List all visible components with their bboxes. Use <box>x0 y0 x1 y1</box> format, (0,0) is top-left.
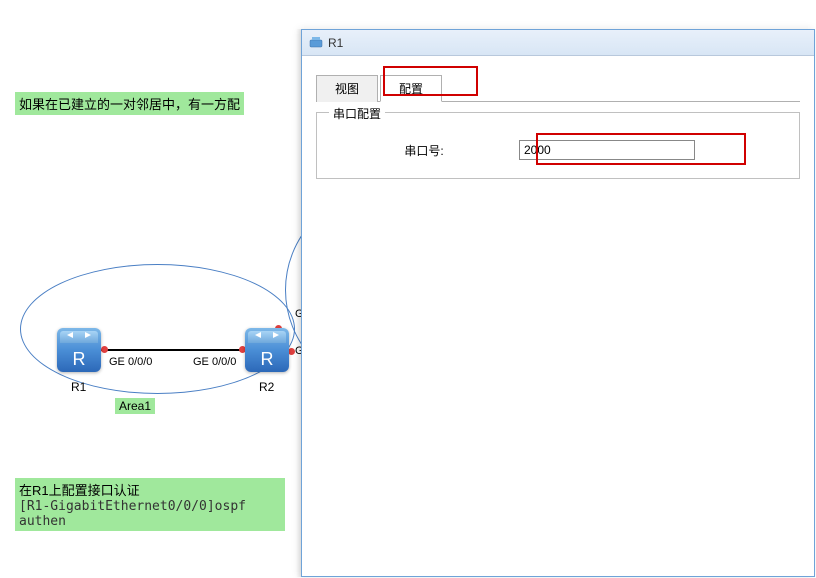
note-text-3: [R1-GigabitEthernet0/0/0]ospf authen <box>15 497 285 531</box>
area-label: Area1 <box>115 398 155 414</box>
port-dot <box>101 346 108 353</box>
router-icon <box>245 328 289 372</box>
port-label: GE 0/0/0 <box>109 356 152 368</box>
router-label-r1: R1 <box>71 380 86 394</box>
serial-port-label: 串口号: <box>329 142 519 159</box>
router-r2[interactable] <box>245 328 289 372</box>
port-dot <box>288 348 295 355</box>
titlebar[interactable]: R1 <box>302 30 814 56</box>
content-area: 视图 配置 串口配置 串口号: <box>302 56 814 197</box>
note-text-1: 如果在已建立的一对邻居中，有一方配 <box>15 92 244 115</box>
highlight-box-input <box>536 133 746 165</box>
tab-view[interactable]: 视图 <box>316 75 378 102</box>
router-label-r2: R2 <box>259 380 274 394</box>
config-window: R1 视图 配置 串口配置 串口号: <box>301 29 815 577</box>
window-title: R1 <box>328 36 343 50</box>
fieldset-legend: 串口配置 <box>329 105 385 122</box>
highlight-box-tab <box>383 66 478 96</box>
link-r1-r2 <box>101 349 245 351</box>
app-icon <box>308 35 324 51</box>
router-icon <box>57 328 101 372</box>
network-diagram: R1 R2 GE 0/0/0 GE 0/0/0 G G Area1 <box>15 200 305 450</box>
router-r1[interactable] <box>57 328 101 372</box>
port-label: GE 0/0/0 <box>193 356 236 368</box>
